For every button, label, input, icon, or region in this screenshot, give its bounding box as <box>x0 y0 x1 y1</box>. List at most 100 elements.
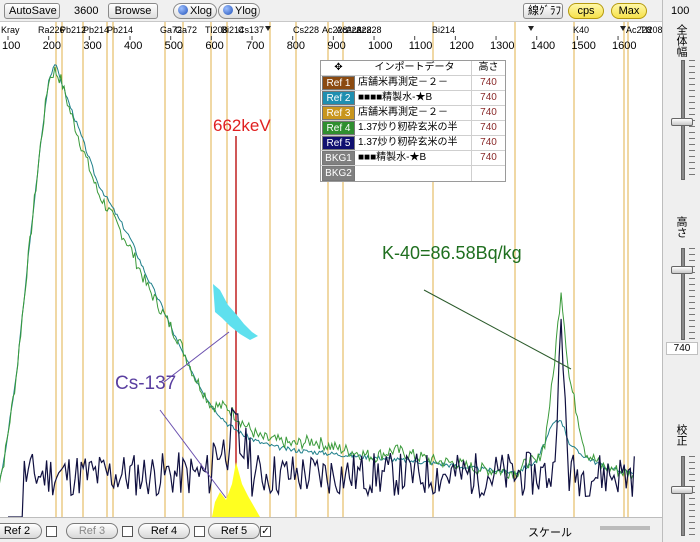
peak-label: Kray <box>1 25 20 35</box>
axis-tick-label: 500 <box>165 40 183 52</box>
axis-tick-label: 1600 <box>612 40 636 52</box>
time-value: 3600 <box>74 5 99 17</box>
ref4-checkbox[interactable] <box>194 526 205 537</box>
ref-badge[interactable]: BKG1 <box>322 151 355 165</box>
series-ref4-curve <box>0 66 634 484</box>
peak-label: Cs137 <box>238 25 264 35</box>
peak-label: Ac228 <box>356 25 382 35</box>
ref-badge[interactable]: Ref 5 <box>322 136 355 150</box>
axis-tick-label: 1300 <box>490 40 514 52</box>
axis-tick-label: 1200 <box>449 40 473 52</box>
height-ticks <box>689 248 695 340</box>
toolbar: AutoSave 3600 Browse Xlog Ylog 線ｸﾞﾗﾌ cps… <box>0 0 700 22</box>
cps-button[interactable]: cps <box>568 3 604 19</box>
ref-height: 740 <box>471 106 505 120</box>
ref-badge[interactable]: Ref 3 <box>322 106 355 120</box>
table-header: ✥ インポートデータ 高さ <box>321 61 505 76</box>
autosave-button[interactable]: AutoSave <box>4 3 60 19</box>
table-row[interactable]: Ref 3 店舗米再測定－２－ 740 <box>321 106 505 121</box>
header-height: 高さ <box>471 61 505 75</box>
scale-slider[interactable] <box>600 526 650 530</box>
peak-labels: Kray Ra226Pb212Pb214Pb214 Ga72Ga72 Tl208Bi2… <box>1 25 662 35</box>
peak-label: K40 <box>573 25 589 35</box>
ref-height: 740 <box>471 121 505 135</box>
tab-ref2[interactable]: Ref 2 <box>0 523 42 539</box>
series-ref5-curve <box>8 318 635 517</box>
ref-name: 店舗米再測定－２－ <box>358 107 448 118</box>
calibration-label: 校正 <box>675 424 687 446</box>
axis-tick-label: 1400 <box>531 40 555 52</box>
tab-ref3[interactable]: Ref 3 <box>66 523 118 539</box>
tab-ref5[interactable]: Ref 5 <box>208 523 260 539</box>
table-row[interactable]: BKG1 ■■■精製水-★B 740 <box>321 151 505 166</box>
line-graph-button[interactable]: 線ｸﾞﾗﾌ <box>523 3 563 19</box>
ref-name <box>356 166 471 181</box>
ref-badge[interactable]: BKG2 <box>322 166 355 181</box>
calibration-slider-thumb[interactable] <box>671 486 693 494</box>
top-value: 100 <box>671 5 690 17</box>
table-row[interactable]: BKG2 <box>321 166 505 181</box>
zoom-label: 全体幅 <box>675 24 687 57</box>
ref-name: 1.37炒り籾砕玄米の半 <box>358 137 458 148</box>
move-icon[interactable]: ✥ <box>322 61 355 75</box>
ref-height: 740 <box>471 91 505 105</box>
ylog-label: Ylog <box>235 5 258 17</box>
annotation-662kev: 662keV <box>213 116 271 135</box>
browse-button[interactable]: Browse <box>108 3 158 19</box>
axis-tick-label: 900 <box>327 40 345 52</box>
ref5-checkbox[interactable]: ✓ <box>260 526 271 537</box>
peak-label: Pb214 <box>83 25 109 35</box>
xlog-toggle[interactable]: Xlog <box>173 3 217 19</box>
import-data-table: ✥ インポートデータ 高さ Ref 1 店舗米再測定－２－ 740 Ref 2 ■■■… <box>320 60 506 182</box>
table-row[interactable]: Ref 1 店舗米再測定－２－ 740 <box>321 76 505 91</box>
ref-height: 740 <box>471 136 505 150</box>
reference-tab-bar: Ref 2 Ref 3 Ref 4 Ref 5 ✓ スケール <box>0 517 662 542</box>
right-control-panel: 100 全体幅 高さ 740 校正 <box>662 0 700 542</box>
calibration-slider-track[interactable] <box>681 456 685 536</box>
ref-name: ■■■精製水-★B <box>358 152 427 163</box>
annotation-cs137: Cs-137 <box>115 373 177 394</box>
table-row[interactable]: Ref 4 1.37炒り籾砕玄米の半 740 <box>321 121 505 136</box>
radio-icon <box>223 5 233 15</box>
annotation-k40: K-40=86.58Bq/kg <box>382 243 522 263</box>
axis-tick-label: 1000 <box>368 40 392 52</box>
radio-icon <box>178 5 188 15</box>
tab-ref4[interactable]: Ref 4 <box>138 523 190 539</box>
ylog-toggle[interactable]: Ylog <box>218 3 260 19</box>
peak-label: Tl208 <box>640 25 662 35</box>
ref3-checkbox[interactable] <box>122 526 133 537</box>
x-axis-ticks: 100 200 300 400 500 600 700 800 900 1000 1100 1200 1… <box>2 36 637 52</box>
table-row[interactable]: Ref 5 1.37炒り籾砕玄米の半 740 <box>321 136 505 151</box>
ref-name: 1.37炒り籾砕玄米の半 <box>358 122 458 133</box>
ref2-checkbox[interactable] <box>46 526 57 537</box>
xlog-label: Xlog <box>190 5 213 17</box>
axis-tick-label: 100 <box>2 40 20 52</box>
ref-badge[interactable]: Ref 1 <box>322 76 355 90</box>
ref-height: 740 <box>471 151 505 165</box>
axis-tick-label: 400 <box>124 40 142 52</box>
header-import-data: インポートデータ <box>374 62 455 73</box>
height-value[interactable]: 740 <box>666 342 698 355</box>
peak-label: Cs228 <box>293 25 319 35</box>
ref-height: 740 <box>471 76 505 90</box>
height-slider-thumb[interactable] <box>671 266 693 274</box>
peak-label: Bi214 <box>432 25 455 35</box>
calibration-ticks <box>689 456 695 536</box>
axis-tick-label: 700 <box>246 40 264 52</box>
axis-tick-label: 1100 <box>409 40 433 52</box>
axis-tick-label: 1500 <box>571 40 595 52</box>
zoom-slider-thumb[interactable] <box>671 118 693 126</box>
axis-tick-label: 600 <box>205 40 223 52</box>
ref-name: 店舗米再測定－２－ <box>358 77 448 88</box>
table-row[interactable]: Ref 2 ■■■■精製水-★B 740 <box>321 91 505 106</box>
peak-label: Pb214 <box>107 25 133 35</box>
height-slider-track[interactable] <box>681 248 685 340</box>
max-button[interactable]: Max <box>611 3 647 19</box>
axis-tick-label: 200 <box>43 40 61 52</box>
ref-badge[interactable]: Ref 2 <box>322 91 355 105</box>
peak-label: Ga72 <box>175 25 197 35</box>
ref-height <box>471 166 505 181</box>
ref-badge[interactable]: Ref 4 <box>322 121 355 135</box>
scale-label: スケール <box>528 527 572 539</box>
axis-tick-label: 800 <box>287 40 305 52</box>
